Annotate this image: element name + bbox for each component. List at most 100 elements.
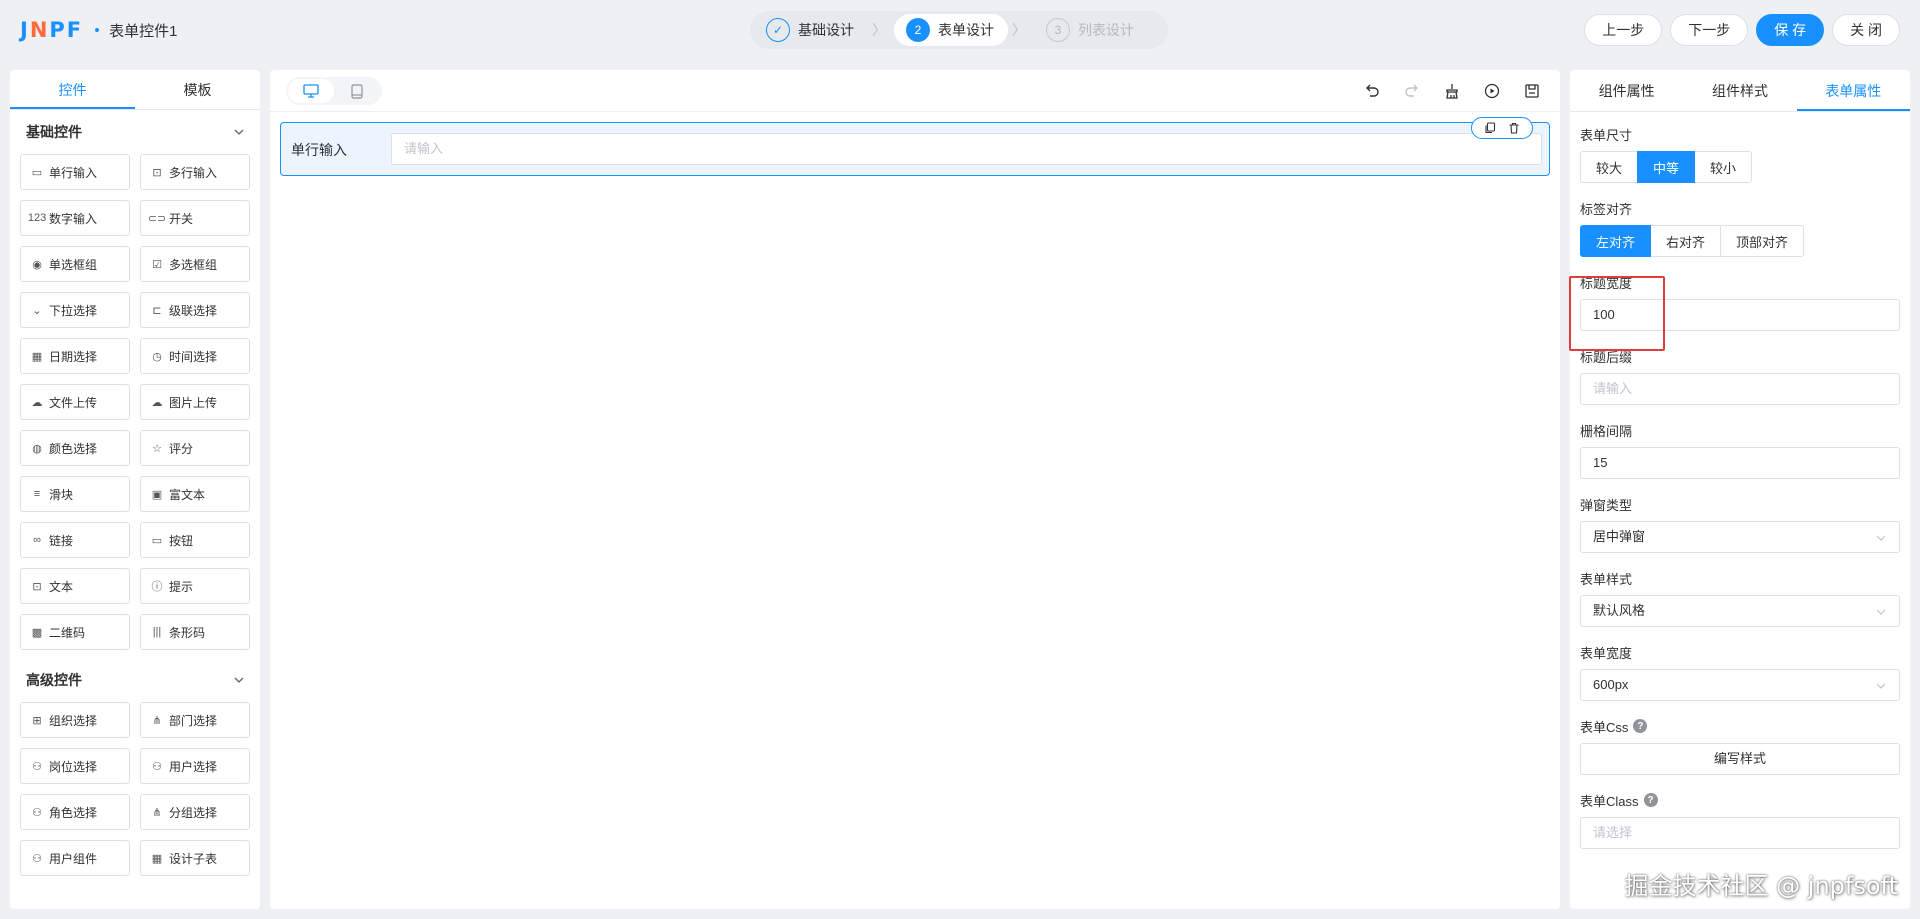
- component-item-barcode[interactable]: ||| 条形码: [140, 614, 250, 650]
- component-label: 部门选择: [169, 713, 218, 728]
- component-item-checkbox-group[interactable]: ☑ 多选框组: [140, 246, 250, 282]
- gutter-input[interactable]: 15: [1580, 447, 1900, 479]
- date-picker-icon: ▦: [31, 350, 43, 363]
- component-item-org-select[interactable]: ⊞ 组织选择: [20, 702, 130, 738]
- component-item-user-select[interactable]: ⚇ 用户选择: [140, 748, 250, 784]
- undo-button[interactable]: [1362, 81, 1382, 101]
- component-item-slider[interactable]: ≡ 滑块: [20, 476, 130, 512]
- component-item-switch[interactable]: ⊂⊃ 开关: [140, 200, 250, 236]
- delete-icon[interactable]: [1508, 122, 1520, 134]
- field-input[interactable]: 请输入: [391, 133, 1542, 165]
- mobile-view-button[interactable]: [334, 79, 380, 103]
- component-item-link[interactable]: ∞ 链接: [20, 522, 130, 558]
- app-title: 表单控件1: [109, 22, 178, 40]
- section-basic-components[interactable]: 基础控件: [10, 110, 260, 154]
- align-right-button[interactable]: 右对齐: [1650, 225, 1722, 257]
- help-icon[interactable]: ?: [1633, 719, 1648, 733]
- tab-component-props[interactable]: 组件属性: [1570, 70, 1683, 111]
- tab-components[interactable]: 控件: [10, 70, 135, 109]
- chevron-right-icon: 〉: [1012, 22, 1026, 38]
- component-item-radio-group[interactable]: ◉ 单选框组: [20, 246, 130, 282]
- form-style-select[interactable]: 默认风格: [1580, 595, 1900, 627]
- component-item-image-upload[interactable]: ☁ 图片上传: [140, 384, 250, 420]
- component-item-rich-text[interactable]: ▣ 富文本: [140, 476, 250, 512]
- user-select-icon: ⚇: [152, 760, 162, 773]
- clear-button[interactable]: [1442, 81, 1462, 101]
- label-width-input[interactable]: 100: [1580, 299, 1900, 331]
- label-align-group: 左对齐 右对齐 顶部对齐: [1580, 225, 1900, 257]
- component-label: 多选框组: [169, 257, 218, 272]
- component-item-time-picker[interactable]: ◷ 时间选择: [140, 338, 250, 374]
- save-json-button[interactable]: [1522, 81, 1542, 101]
- rich-text-icon: ▣: [151, 488, 163, 501]
- close-button[interactable]: 关 闭: [1832, 14, 1900, 46]
- component-item-qrcode[interactable]: ▩ 二维码: [20, 614, 130, 650]
- align-top-button[interactable]: 顶部对齐: [1720, 225, 1805, 257]
- top-header: JNPF 表单控件1 ✓ 基础设计 〉 2 表单设计 〉 3 列表设计 上一步 …: [0, 0, 1920, 60]
- component-item-button[interactable]: ▭ 按钮: [140, 522, 250, 558]
- component-item-color-picker[interactable]: ◍ 颜色选择: [20, 430, 130, 466]
- tab-templates[interactable]: 模板: [135, 70, 260, 109]
- header-actions: 上一步 下一步 保 存 关 闭: [1584, 14, 1900, 46]
- form-field-single-line-input[interactable]: 单行输入 请输入: [280, 117, 1550, 176]
- copy-icon[interactable]: [1484, 122, 1496, 134]
- component-item-group-select[interactable]: ⋔ 分组选择: [140, 794, 250, 830]
- form-canvas: 单行输入 请输入: [270, 70, 1560, 909]
- select-value: 默认风格: [1593, 603, 1646, 618]
- form-width-select[interactable]: 600px: [1580, 669, 1900, 701]
- advanced-components-grid: ⊞ 组织选择 ⋔ 部门选择 ⚇ 岗位选择 ⚇ 用户选择 ⚇ 角色选择 ⋔ 分组选择 ⚇ 用户组件 ▦ 设计子表: [10, 702, 260, 876]
- component-label: 评分: [169, 441, 194, 456]
- component-item-rate[interactable]: ☆ 评分: [140, 430, 250, 466]
- redo-button[interactable]: [1402, 81, 1422, 101]
- align-left-button[interactable]: 左对齐: [1580, 225, 1652, 257]
- group-select-icon: ⋔: [152, 806, 162, 819]
- tab-form-props[interactable]: 表单属性: [1796, 70, 1910, 111]
- chevron-down-icon: [233, 126, 245, 138]
- qrcode-icon: ▩: [31, 626, 43, 639]
- component-item-dept-select[interactable]: ⋔ 部门选择: [140, 702, 250, 738]
- switch-icon: ⊂⊃: [147, 212, 167, 225]
- component-label: 文件上传: [49, 395, 98, 410]
- write-style-button[interactable]: 编写样式: [1580, 743, 1900, 775]
- label-suffix-input[interactable]: 请输入: [1580, 373, 1900, 405]
- step-list-design[interactable]: 3 列表设计: [1034, 14, 1148, 46]
- logo-separator-dot: [95, 28, 100, 32]
- component-item-post-select[interactable]: ⚇ 岗位选择: [20, 748, 130, 784]
- component-item-alert[interactable]: ⓘ 提示: [140, 568, 250, 604]
- component-label: 文本: [49, 579, 74, 594]
- field-label: 单行输入: [291, 142, 347, 158]
- step-basic-design[interactable]: ✓ 基础设计: [754, 14, 868, 46]
- save-button[interactable]: 保 存: [1756, 14, 1825, 46]
- prev-step-button[interactable]: 上一步: [1584, 14, 1663, 46]
- component-label: 多行输入: [169, 165, 218, 180]
- size-small-button[interactable]: 较小: [1694, 151, 1753, 183]
- form-class-select[interactable]: 请选择: [1580, 817, 1900, 849]
- component-item-text[interactable]: ⊡ 文本: [20, 568, 130, 604]
- size-medium-button[interactable]: 中等: [1637, 151, 1696, 183]
- help-icon[interactable]: ?: [1643, 793, 1658, 807]
- component-item-multi-line-input[interactable]: ⊡ 多行输入: [140, 154, 250, 190]
- component-item-sub-table[interactable]: ▦ 设计子表: [140, 840, 250, 876]
- form-css-label: 表单Css: [1580, 719, 1629, 735]
- component-label: 颜色选择: [49, 441, 98, 456]
- component-item-file-upload[interactable]: ☁ 文件上传: [20, 384, 130, 420]
- preview-button[interactable]: [1482, 81, 1502, 101]
- step-form-design[interactable]: 2 表单设计: [894, 14, 1008, 46]
- component-item-date-picker[interactable]: ▦ 日期选择: [20, 338, 130, 374]
- size-large-button[interactable]: 较大: [1580, 151, 1639, 183]
- popup-type-select[interactable]: 居中弹窗: [1580, 521, 1900, 553]
- dept-select-icon: ⋔: [152, 714, 162, 727]
- next-step-button[interactable]: 下一步: [1670, 14, 1749, 46]
- checkbox-group-icon: ☑: [152, 258, 162, 271]
- component-item-single-line-input[interactable]: ▭ 单行输入: [20, 154, 130, 190]
- component-item-role-select[interactable]: ⚇ 角色选择: [20, 794, 130, 830]
- canvas-toolbar: [270, 70, 1560, 112]
- component-item-cascader[interactable]: ⊏ 级联选择: [140, 292, 250, 328]
- desktop-view-button[interactable]: [288, 79, 334, 103]
- section-advanced-components[interactable]: 高级控件: [10, 658, 260, 702]
- button-icon: ▭: [151, 534, 163, 547]
- component-item-user-component[interactable]: ⚇ 用户组件: [20, 840, 130, 876]
- component-item-dropdown[interactable]: ⌄ 下拉选择: [20, 292, 130, 328]
- component-item-number-input[interactable]: 123 数字输入: [20, 200, 130, 236]
- tab-component-style[interactable]: 组件样式: [1683, 70, 1796, 111]
